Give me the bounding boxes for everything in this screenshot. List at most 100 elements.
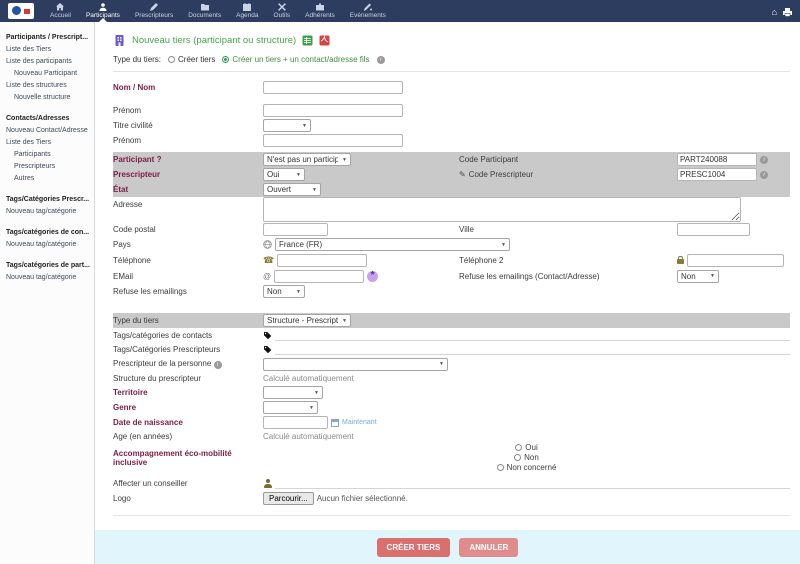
sidebar-item-nouveau-tag-3[interactable]: Nouveau tag/catégorie — [6, 272, 92, 284]
type-tiers-select[interactable]: Structure - Prescript...▼ — [263, 314, 351, 327]
lock-icon — [677, 259, 684, 264]
sidebar-section-tags-prescripteurs: Tags/Catégories Prescr... — [6, 194, 92, 206]
sidebar-item-participants[interactable]: Participants — [6, 149, 92, 161]
maintenant-link[interactable]: Maintenant — [342, 419, 377, 426]
radio-icon[interactable] — [168, 56, 175, 63]
parcourir-button[interactable]: Parcourir... — [263, 492, 314, 505]
prescripteur-select[interactable]: Oui▼ — [263, 168, 305, 181]
sidebar-item-liste-des-tiers-2[interactable]: Liste des Tiers — [6, 137, 92, 149]
export-pdf-icon[interactable] — [319, 35, 330, 46]
sidebar-item-liste-des-tiers[interactable]: Liste des Tiers — [6, 44, 92, 56]
prescripteur-personne-select[interactable]: ▼ — [263, 358, 448, 371]
nav-documents[interactable]: Documents — [187, 0, 222, 22]
ville-input[interactable] — [677, 223, 750, 236]
nav-participants[interactable]: Participants — [85, 0, 121, 22]
radio-eco-non-concerne[interactable]: Non concerné — [497, 463, 557, 472]
date-naissance-input[interactable] — [263, 416, 328, 429]
sidebar-item-nouveau-tag-2[interactable]: Nouveau tag/catégorie — [6, 239, 92, 251]
adresse-textarea[interactable] — [263, 197, 741, 222]
sidebar-item-autres[interactable]: Autres — [6, 173, 92, 185]
form-row-eco-mobilite: Accompagnement éco-mobilité inclusive Ou… — [113, 443, 790, 472]
email-input[interactable] — [274, 270, 364, 283]
radio-creer-tiers-contact-label: Créer un tiers + un contact/adresse fils — [232, 55, 369, 64]
at-icon: @ — [263, 272, 271, 281]
radio-eco-non[interactable]: Non — [514, 453, 539, 462]
sidebar-item-prescripteurs[interactable]: Prescripteurs — [6, 161, 92, 173]
type-du-tiers-label: Type du tiers: — [113, 55, 161, 64]
radio-icon-selected[interactable] — [222, 56, 229, 63]
info-icon: i — [760, 156, 768, 164]
nav-outils[interactable]: Outils — [273, 0, 292, 22]
email-generate-icon[interactable]: * — [367, 271, 378, 282]
refuse-emailings-select[interactable]: Non▼ — [263, 285, 305, 298]
radio-creer-tiers[interactable]: Créer tiers — [168, 55, 215, 64]
radio-icon[interactable] — [497, 464, 504, 471]
radio-eco-oui[interactable]: Oui — [515, 443, 537, 452]
sidebar-item-nouveau-participant[interactable]: Nouveau Participant — [6, 68, 92, 80]
genre-select[interactable]: ▼ — [263, 401, 318, 414]
conseiller-field[interactable] — [275, 477, 790, 489]
code-prescripteur-input[interactable] — [677, 168, 757, 181]
etat-label: État — [113, 185, 263, 194]
nav-adherents[interactable]: Adhérents — [304, 0, 336, 22]
home-icon[interactable]: ⌂ — [772, 7, 777, 17]
sidebar-item-nouveau-tag-1[interactable]: Nouveau tag/catégorie — [6, 206, 92, 218]
refuse-emailings-contact-select[interactable]: Non▼ — [677, 270, 719, 283]
app-logo[interactable] — [8, 3, 34, 19]
form-row-participant: Participant ? N'est pas un particip...▼ … — [113, 152, 790, 167]
refuse-emailings-contact-label: Refuse les emailings (Contact/Adresse) — [459, 272, 677, 281]
chevron-down-icon: ▼ — [312, 187, 317, 193]
titre-civilite-select[interactable]: ▼ — [263, 119, 311, 132]
tags-contacts-field[interactable] — [275, 329, 790, 341]
telephone-input[interactable] — [277, 254, 367, 267]
tags-prescripteurs-field[interactable] — [275, 343, 790, 355]
sidebar-item-liste-des-participants[interactable]: Liste des participants — [6, 56, 92, 68]
nav-evenements[interactable]: Evénements — [349, 0, 387, 22]
form-row-structure-prescripteur: Structure du prescripteur Calculé automa… — [113, 372, 790, 385]
sidebar-section-participants-prescripteurs: Participants / Prescript... — [6, 32, 92, 44]
chevron-down-icon: ▼ — [501, 242, 506, 248]
telephone-2-input[interactable] — [687, 254, 784, 267]
etat-select[interactable]: Ouvert▼ — [263, 183, 321, 196]
sidebar-item-nouveau-contact-adresse[interactable]: Nouveau Contact/Adresse — [6, 125, 92, 137]
main-panel: Nouveau tiers (participant ou structure)… — [95, 22, 800, 530]
top-navbar: Accueil Participants Prescripteurs Docum… — [0, 0, 800, 22]
form-row-refuse-emailings: Refuse les emailings Non▼ — [113, 284, 790, 299]
code-participant-input[interactable] — [677, 153, 757, 166]
form-row-pays: Pays France (FR)▼ — [113, 237, 790, 252]
form-row-logo: Logo Parcourir...Aucun fichier sélection… — [113, 490, 790, 507]
date-naissance-label: Date de naissance — [113, 418, 263, 427]
code-postal-label: Code postal — [113, 225, 263, 234]
nav-accueil[interactable]: Accueil — [49, 0, 72, 22]
creer-tiers-button[interactable]: CRÉER TIERS — [377, 538, 451, 557]
print-icon[interactable] — [783, 8, 792, 17]
radio-eco-non-concerne-label: Non concerné — [507, 463, 557, 472]
form-row-tags-prescripteurs: Tags/Catégories Prescripteurs — [113, 342, 790, 356]
radio-icon[interactable] — [515, 444, 522, 451]
nom-input[interactable] — [263, 81, 403, 94]
annuler-button[interactable]: ANNULER — [459, 538, 518, 557]
nav-label: Documents — [188, 12, 221, 19]
prenom-input[interactable] — [263, 104, 403, 117]
tools-icon — [278, 3, 286, 11]
prescripteur-label: Prescripteur — [113, 170, 263, 179]
calendar-picker-icon[interactable] — [331, 419, 339, 427]
nav-agenda[interactable]: Agenda — [235, 0, 259, 22]
chevron-down-icon: ▼ — [296, 289, 301, 295]
territoire-select[interactable]: ▼ — [263, 386, 323, 399]
form-row-tags-contacts: Tags/catégories de contacts — [113, 328, 790, 342]
sidebar-item-liste-des-structures[interactable]: Liste des structures — [6, 80, 92, 92]
participant-select[interactable]: N'est pas un particip...▼ — [263, 153, 351, 166]
form-row-prescripteur: Prescripteur Oui▼ ✎Code Prescripteur i — [113, 167, 790, 182]
code-postal-input[interactable] — [263, 223, 328, 236]
nav-prescripteurs[interactable]: Prescripteurs — [134, 0, 174, 22]
event-pen-icon — [364, 3, 372, 11]
info-icon: i — [214, 361, 222, 369]
export-excel-icon[interactable] — [302, 35, 313, 46]
sidebar-item-nouvelle-structure[interactable]: Nouvelle structure — [6, 92, 92, 104]
pays-select[interactable]: France (FR)▼ — [275, 238, 510, 251]
action-bar: CRÉER TIERS ANNULER — [95, 530, 800, 564]
prenom-2-input[interactable] — [263, 134, 403, 147]
radio-icon[interactable] — [514, 454, 521, 461]
radio-creer-tiers-contact[interactable]: Créer un tiers + un contact/adresse fils — [222, 55, 369, 64]
